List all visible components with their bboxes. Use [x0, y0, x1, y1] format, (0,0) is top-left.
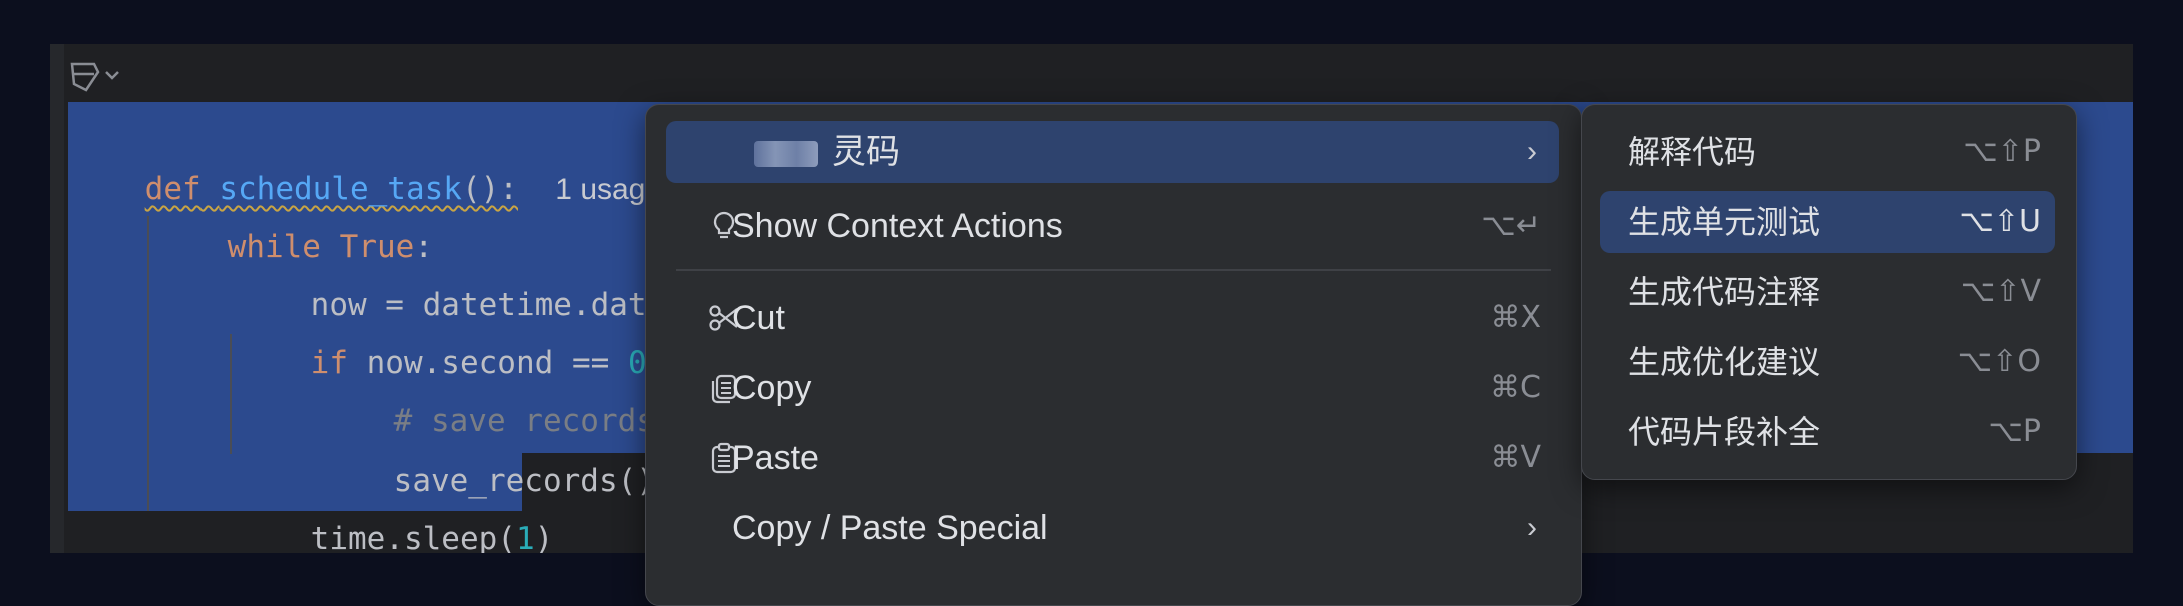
submenu-item-optimization-suggestions[interactable]: 生成优化建议 ⌥⇧O: [1600, 331, 2055, 393]
menu-item-copy-paste-special[interactable]: Copy / Paste Special ›: [666, 497, 1559, 559]
menu-item-label: 灵码: [832, 133, 900, 171]
submenu-item-code-completion[interactable]: 代码片段补全 ⌥P: [1600, 401, 2055, 463]
shortcut-label: ⌥P: [1988, 414, 2041, 449]
menu-item-label: Copy: [732, 369, 812, 407]
menu-item-lingma[interactable]: 灵码 ›: [666, 121, 1559, 183]
menu-item-paste[interactable]: Paste ⌘V: [666, 427, 1559, 489]
shortcut-label: ⌥⇧O: [1957, 344, 2041, 379]
menu-item-show-context-actions[interactable]: Show Context Actions ⌥↵: [666, 195, 1559, 257]
menu-item-cut[interactable]: Cut ⌘X: [666, 287, 1559, 349]
ai-assistant-icon[interactable]: [64, 58, 124, 94]
shortcut-label: ⌘V: [1490, 440, 1541, 475]
code-line: save_records(): [393, 463, 655, 499]
indent-guide: [147, 216, 149, 511]
code-line: time.sleep(1): [310, 521, 554, 553]
code-line: def schedule_task(): 1 usage: [144, 171, 663, 207]
menu-item-label: Cut: [732, 299, 785, 337]
blurred-logo-icon: [754, 141, 818, 167]
shortcut-label: ⌘C: [1490, 370, 1541, 405]
submenu-item-generate-comments[interactable]: 生成代码注释 ⌥⇧V: [1600, 261, 2055, 323]
submenu-item-label: 解释代码: [1628, 134, 1757, 170]
submenu-item-label: 生成优化建议: [1628, 344, 1821, 380]
menu-item-copy[interactable]: Copy ⌘C: [666, 357, 1559, 419]
menu-separator: [676, 269, 1551, 271]
shortcut-label: ⌥⇧P: [1963, 134, 2041, 169]
context-menu: 灵码 › Show Context Actions ⌥↵ Cut ⌘X Copy: [645, 104, 1582, 606]
menu-item-label: Show Context Actions: [732, 207, 1063, 245]
shortcut-label: ⌥↵: [1481, 208, 1541, 243]
submenu-item-label: 生成代码注释: [1628, 274, 1821, 310]
menu-item-label: Copy / Paste Special: [732, 509, 1048, 547]
lingma-submenu: 解释代码 ⌥⇧P 生成单元测试 ⌥⇧U 生成代码注释 ⌥⇧V 生成优化建议 ⌥⇧…: [1581, 104, 2077, 480]
chevron-right-icon: ›: [1527, 511, 1537, 544]
submenu-item-explain-code[interactable]: 解释代码 ⌥⇧P: [1600, 121, 2055, 183]
editor-gutter: [50, 44, 64, 553]
menu-item-label: Paste: [732, 439, 819, 477]
shortcut-label: ⌘X: [1490, 300, 1541, 335]
indent-guide: [230, 334, 232, 454]
submenu-item-generate-unit-test[interactable]: 生成单元测试 ⌥⇧U: [1600, 191, 2055, 253]
code-line: if now.second == 0:: [310, 345, 666, 381]
chevron-right-icon: ›: [1527, 135, 1537, 168]
submenu-item-label: 生成单元测试: [1628, 204, 1821, 240]
shortcut-label: ⌥⇧V: [1960, 274, 2041, 309]
submenu-item-label: 代码片段补全: [1628, 414, 1821, 450]
code-line: while True:: [227, 229, 433, 265]
code-line: now = datetime.datet: [310, 287, 684, 323]
shortcut-label: ⌥⇧U: [1959, 204, 2041, 239]
code-line: # save records t: [393, 403, 693, 439]
